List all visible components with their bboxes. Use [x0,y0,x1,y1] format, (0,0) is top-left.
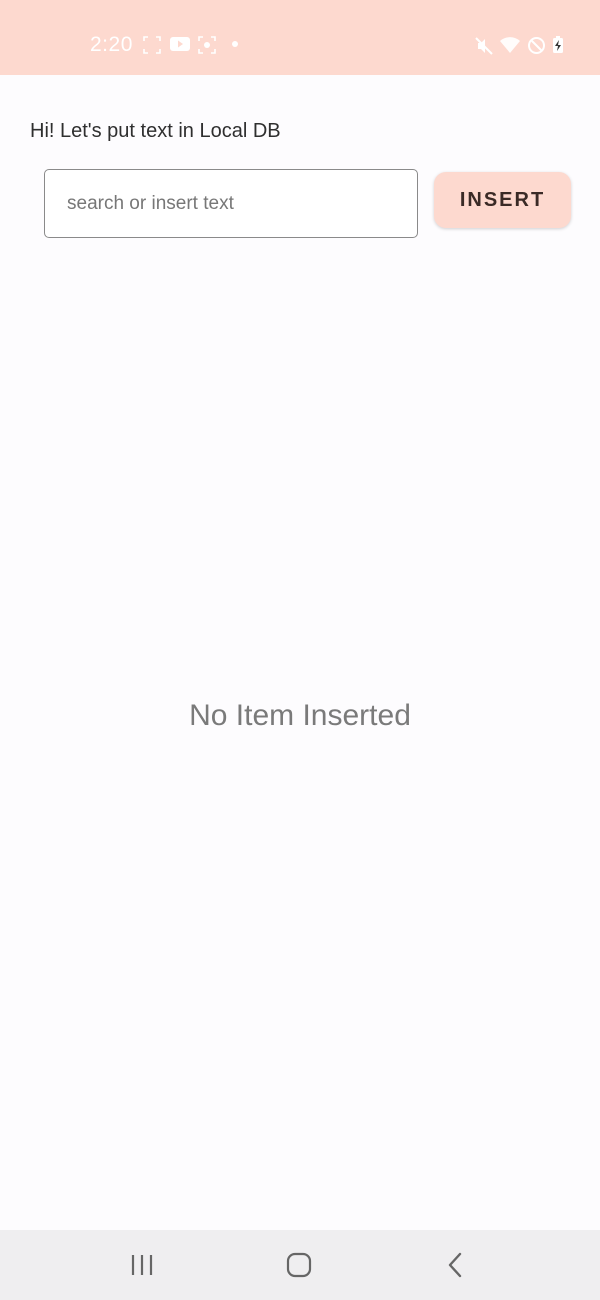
back-icon[interactable] [435,1250,475,1280]
screenshot-icon [143,36,161,54]
empty-state-message: No Item Inserted [189,699,411,732]
mute-icon [474,36,494,56]
do-not-disturb-icon [527,36,546,55]
dot-icon [231,40,239,48]
greeting-text: Hi! Let's put text in Local DB [30,120,281,142]
navigation-bar [0,1230,600,1300]
wifi-icon [499,36,521,54]
search-input[interactable] [44,169,418,238]
battery-charging-icon [552,36,564,54]
insert-button[interactable]: INSERT [434,172,571,228]
youtube-icon [170,36,190,52]
status-bar: 2:20 [0,0,600,75]
scan-icon [198,36,216,54]
home-icon[interactable] [279,1250,319,1280]
recent-apps-icon[interactable] [122,1250,162,1280]
status-time: 2:20 [90,33,133,56]
main-content: Hi! Let's put text in Local DB INSERT No… [0,75,600,1230]
